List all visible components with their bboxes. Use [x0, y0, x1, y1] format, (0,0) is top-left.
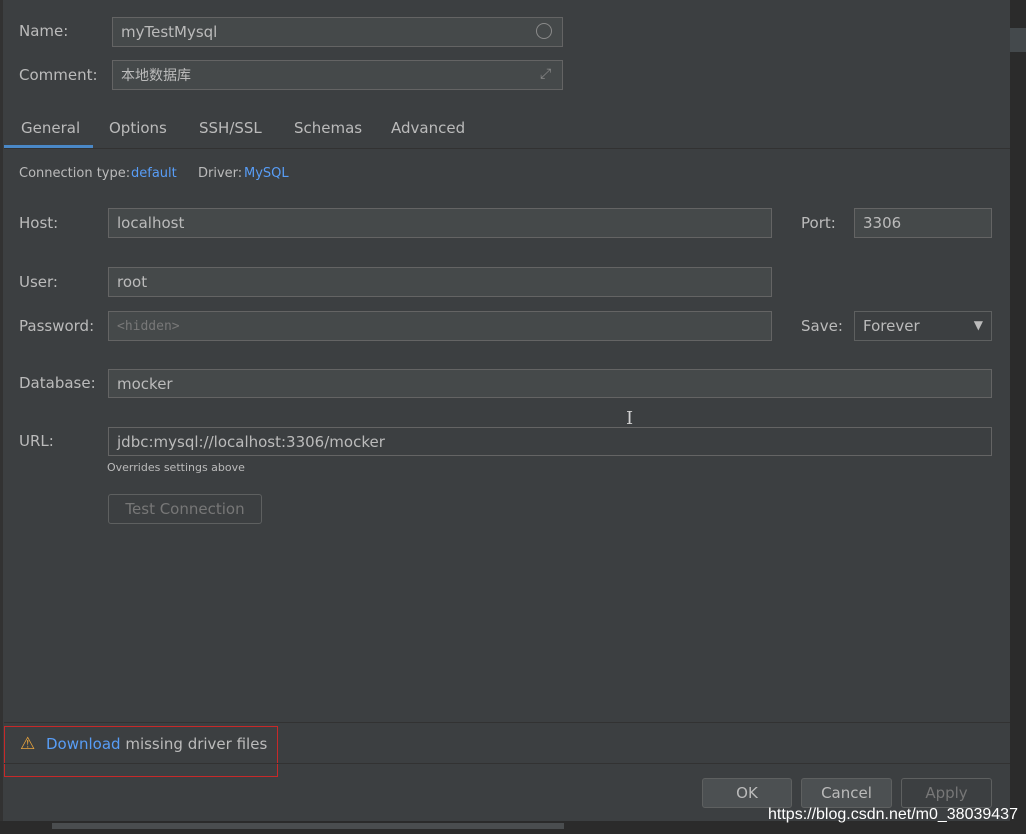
- password-field[interactable]: <hidden>: [108, 311, 772, 341]
- comment-value: 本地数据库: [121, 68, 191, 84]
- tab-advanced[interactable]: Advanced: [378, 118, 478, 148]
- warning-text: missing driver files: [120, 735, 268, 753]
- user-value: root: [117, 273, 148, 291]
- url-value: jdbc:mysql://localhost:3306/mocker: [117, 432, 385, 451]
- test-connection-button[interactable]: Test Connection: [108, 494, 262, 524]
- warning-divider: [4, 722, 1010, 723]
- connection-type-link[interactable]: default: [131, 166, 177, 181]
- save-select-value: Forever: [863, 317, 920, 335]
- save-select[interactable]: Forever ▼: [854, 311, 992, 341]
- database-field[interactable]: mocker: [108, 369, 992, 398]
- expand-icon[interactable]: ⤢: [540, 66, 551, 82]
- tab-advanced-label: Advanced: [391, 119, 466, 137]
- watermark-text: https://blog.csdn.net/m0_38039437: [768, 806, 1018, 823]
- text-cursor-icon: I: [626, 408, 634, 429]
- port-field[interactable]: 3306: [854, 208, 992, 238]
- tab-ssh-ssl-label: SSH/SSL: [199, 119, 262, 137]
- ok-button[interactable]: OK: [702, 778, 792, 808]
- password-placeholder: <hidden>: [117, 318, 180, 334]
- tab-options[interactable]: Options: [97, 118, 181, 148]
- background-window-accent: [1010, 28, 1026, 52]
- save-label: Save:: [801, 317, 843, 335]
- test-connection-label: Test Connection: [125, 500, 245, 518]
- host-field[interactable]: localhost: [108, 208, 772, 238]
- port-label: Port:: [801, 214, 836, 232]
- background-window-edge: [1010, 0, 1026, 834]
- driver-link[interactable]: MySQL: [244, 166, 289, 181]
- cancel-button[interactable]: Cancel: [801, 778, 892, 808]
- tab-ssh-ssl[interactable]: SSH/SSL: [186, 118, 276, 148]
- tab-options-label: Options: [109, 119, 167, 137]
- url-label: URL:: [19, 432, 54, 450]
- footer-divider: [4, 763, 1010, 764]
- database-value: mocker: [117, 374, 173, 393]
- driver-label: Driver:: [198, 166, 243, 181]
- user-label: User:: [19, 273, 58, 291]
- bottom-scrollbar[interactable]: [52, 823, 564, 829]
- apply-button[interactable]: Apply: [901, 778, 992, 808]
- comment-field[interactable]: 本地数据库: [112, 60, 563, 90]
- tab-general-label: General: [21, 119, 81, 137]
- password-label: Password:: [19, 317, 95, 335]
- chevron-down-icon: ▼: [973, 318, 983, 332]
- tab-schemas[interactable]: Schemas: [281, 118, 371, 148]
- apply-label: Apply: [925, 784, 968, 802]
- color-picker-icon[interactable]: [536, 23, 552, 39]
- user-field[interactable]: root: [108, 267, 772, 297]
- connection-type-label: Connection type:: [19, 166, 131, 181]
- database-label: Database:: [19, 374, 96, 392]
- name-field[interactable]: myTestMysql: [112, 17, 563, 47]
- warning-message: Download missing driver files: [46, 735, 267, 753]
- tab-general[interactable]: General: [4, 118, 93, 148]
- name-label: Name:: [19, 22, 69, 40]
- host-label: Host:: [19, 214, 59, 232]
- name-value: myTestMysql: [121, 23, 218, 41]
- warning-icon: ⚠: [20, 734, 36, 754]
- ok-label: OK: [736, 784, 758, 802]
- url-field[interactable]: jdbc:mysql://localhost:3306/mocker: [108, 427, 992, 456]
- download-link[interactable]: Download: [46, 735, 121, 753]
- port-value: 3306: [863, 214, 902, 232]
- tabs-divider: [4, 148, 1010, 149]
- host-value: localhost: [117, 214, 185, 232]
- tab-schemas-label: Schemas: [294, 119, 363, 137]
- url-hint: Overrides settings above: [107, 461, 245, 474]
- comment-label: Comment:: [19, 66, 98, 84]
- dialog-left-border: [0, 0, 3, 834]
- cancel-label: Cancel: [821, 784, 872, 802]
